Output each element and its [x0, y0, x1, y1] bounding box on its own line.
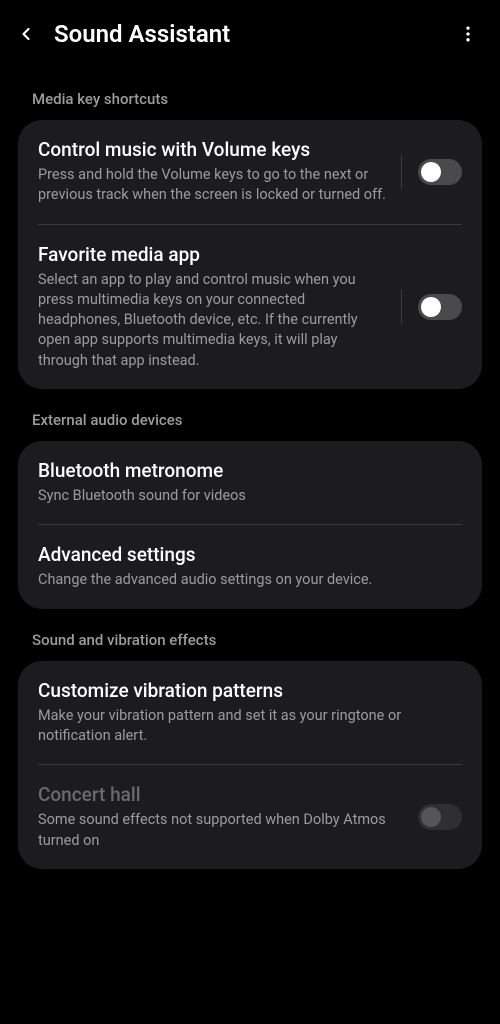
toggle-divider	[401, 290, 402, 324]
section-header-sound: Sound and vibration effects	[18, 609, 482, 661]
setting-desc: Change the advanced audio settings on yo…	[38, 570, 462, 590]
toggle-thumb	[421, 162, 441, 182]
setting-text: Advanced settings Change the advanced au…	[38, 543, 462, 590]
card-media: Control music with Volume keys Press and…	[18, 120, 482, 389]
setting-title: Advanced settings	[38, 543, 462, 566]
setting-title: Bluetooth metronome	[38, 459, 462, 482]
toggle-thumb	[421, 297, 441, 317]
toggle-thumb	[421, 807, 441, 827]
setting-desc: Make your vibration pattern and set it a…	[38, 706, 462, 747]
setting-text: Bluetooth metronome Sync Bluetooth sound…	[38, 459, 462, 506]
header: Sound Assistant	[0, 0, 500, 68]
back-button[interactable]	[12, 20, 40, 48]
setting-title: Control music with Volume keys	[38, 138, 387, 161]
section-header-external: External audio devices	[18, 389, 482, 441]
setting-advanced[interactable]: Advanced settings Change the advanced au…	[18, 525, 482, 608]
setting-favorite-media[interactable]: Favorite media app Select an app to play…	[18, 225, 482, 389]
setting-title: Favorite media app	[38, 243, 387, 266]
toggle-wrap	[401, 290, 462, 324]
toggle-wrap	[401, 155, 462, 189]
toggle-concert-hall[interactable]	[418, 804, 462, 830]
setting-title: Customize vibration patterns	[38, 679, 462, 702]
card-sound: Customize vibration patterns Make your v…	[18, 661, 482, 869]
setting-control-music[interactable]: Control music with Volume keys Press and…	[18, 120, 482, 224]
card-external: Bluetooth metronome Sync Bluetooth sound…	[18, 441, 482, 609]
section-header-media: Media key shortcuts	[18, 68, 482, 120]
chevron-left-icon	[16, 24, 36, 44]
setting-desc: Press and hold the Volume keys to go to …	[38, 165, 387, 206]
more-vertical-icon	[458, 24, 478, 44]
setting-concert-hall[interactable]: Concert hall Some sound effects not supp…	[18, 765, 482, 869]
setting-text: Favorite media app Select an app to play…	[38, 243, 387, 371]
page-title: Sound Assistant	[54, 20, 440, 48]
setting-desc: Some sound effects not supported when Do…	[38, 810, 404, 851]
content: Media key shortcuts Control music with V…	[0, 68, 500, 869]
setting-bluetooth-metronome[interactable]: Bluetooth metronome Sync Bluetooth sound…	[18, 441, 482, 524]
toggle-divider	[401, 155, 402, 189]
setting-desc: Sync Bluetooth sound for videos	[38, 486, 462, 506]
toggle-control-music[interactable]	[418, 159, 462, 185]
setting-desc: Select an app to play and control music …	[38, 270, 387, 371]
setting-text: Concert hall Some sound effects not supp…	[38, 783, 404, 851]
setting-title: Concert hall	[38, 783, 404, 806]
setting-vibration-patterns[interactable]: Customize vibration patterns Make your v…	[18, 661, 482, 765]
toggle-favorite-media[interactable]	[418, 294, 462, 320]
more-button[interactable]	[454, 20, 482, 48]
setting-text: Control music with Volume keys Press and…	[38, 138, 387, 206]
setting-text: Customize vibration patterns Make your v…	[38, 679, 462, 747]
